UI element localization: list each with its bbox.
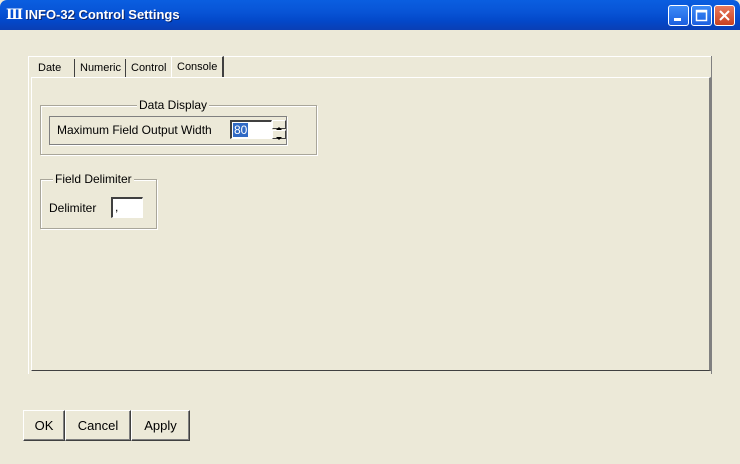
max-width-input[interactable]: 80 — [230, 120, 272, 139]
minimize-button[interactable] — [668, 5, 689, 26]
apply-button[interactable]: Apply — [131, 410, 190, 441]
delimiter-input[interactable]: , — [111, 197, 143, 218]
maximize-icon — [695, 9, 708, 22]
max-width-spinner[interactable] — [272, 120, 286, 140]
ok-button[interactable]: OK — [23, 410, 65, 441]
window-title: INFO-32 Control Settings — [25, 7, 180, 22]
maximize-button[interactable] — [691, 5, 712, 26]
tab-console[interactable]: Console — [171, 56, 224, 77]
tab-date[interactable]: Date — [33, 59, 75, 77]
app-icon: Ⅲ — [6, 7, 24, 23]
arrow-down-icon — [276, 137, 282, 140]
close-button[interactable] — [714, 5, 735, 26]
tab-control[interactable]: Control — [126, 59, 172, 77]
settings-dialog: Ⅲ INFO-32 Control Settings Date Numeric … — [0, 0, 740, 464]
title-bar[interactable]: Ⅲ INFO-32 Control Settings — [0, 0, 740, 30]
field-delimiter-title: Field Delimiter — [53, 172, 134, 186]
max-width-label: Maximum Field Output Width — [57, 123, 212, 137]
spin-up-button[interactable] — [272, 120, 286, 130]
max-width-value: 80 — [233, 123, 249, 137]
tab-strip-right-edge — [711, 56, 712, 374]
tab-numeric[interactable]: Numeric — [75, 59, 126, 77]
delimiter-label: Delimiter — [49, 201, 97, 215]
data-display-title: Data Display — [137, 98, 210, 112]
tab-strip-left-edge — [28, 56, 29, 374]
minimize-icon — [674, 18, 681, 21]
close-icon — [719, 10, 730, 21]
cancel-button[interactable]: Cancel — [65, 410, 131, 441]
spin-down-button[interactable] — [272, 130, 286, 140]
